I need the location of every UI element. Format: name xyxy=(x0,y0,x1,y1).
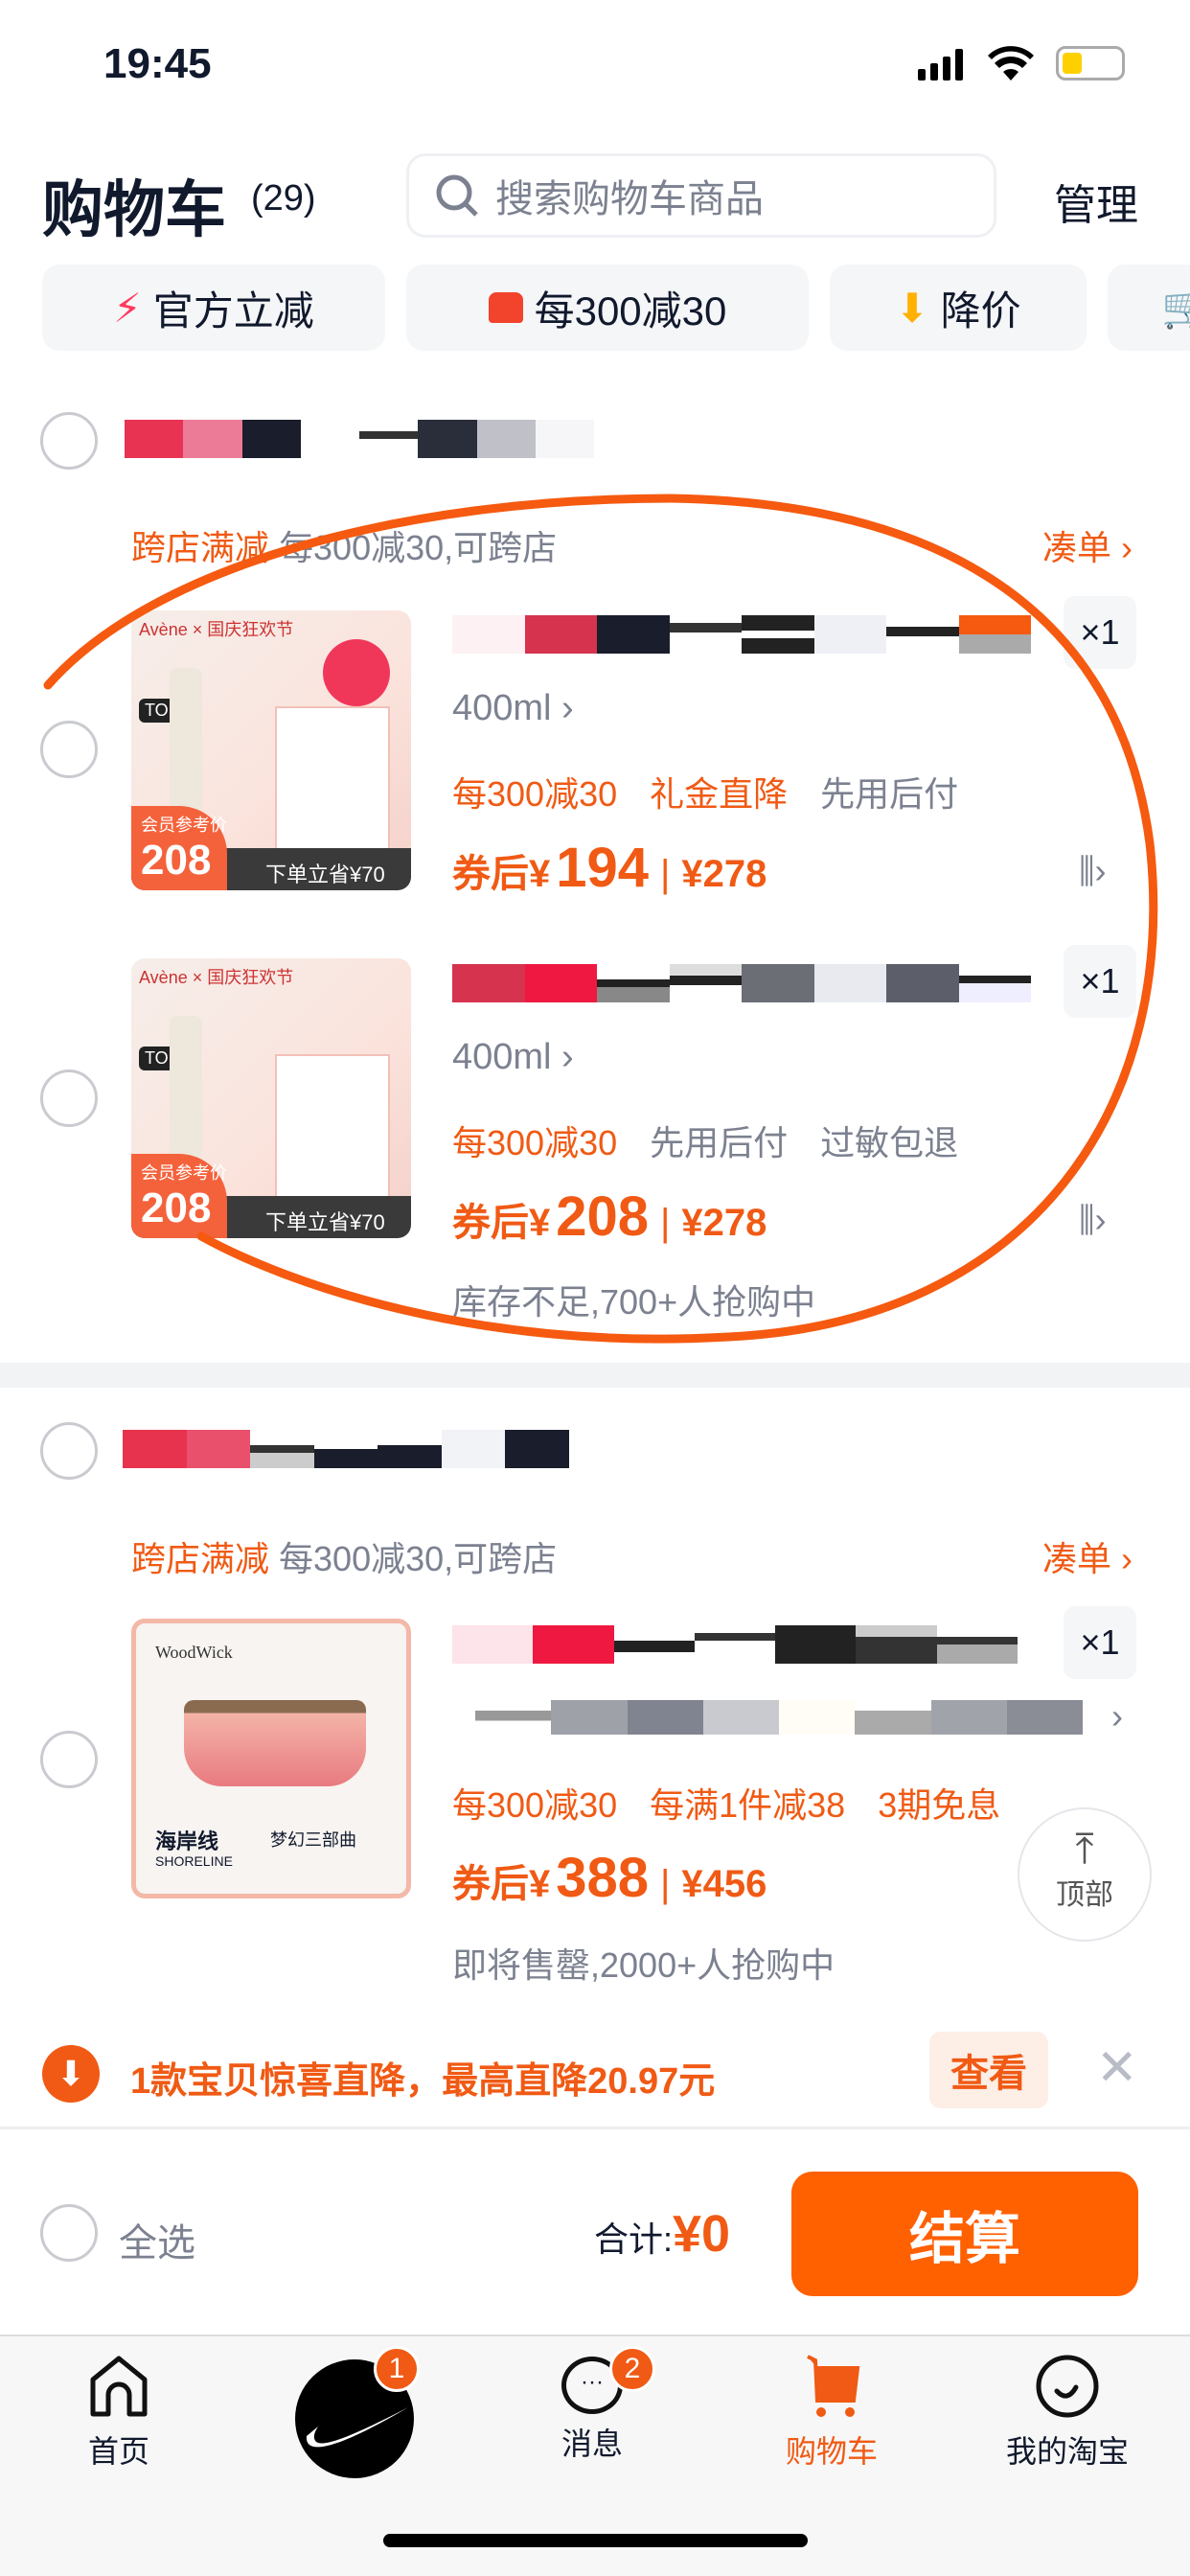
tab-badge: 2 xyxy=(609,2346,655,2392)
image-name-en: SHORELINE xyxy=(155,1853,233,1869)
banner-text: 1款宝贝惊喜直降，最高直降20.97元 xyxy=(130,2061,716,2102)
shop-name-redacted xyxy=(125,420,594,458)
filter-official-discount[interactable]: ⚡ 官方立减 xyxy=(42,264,385,351)
cart-count: (29) xyxy=(251,178,316,218)
total: 合计: ¥0 xyxy=(594,2204,730,2264)
tag: 3期免息 xyxy=(878,1785,1001,1825)
total-value: ¥0 xyxy=(673,2205,731,2263)
chevron-right-icon[interactable]: › xyxy=(1111,1696,1123,1736)
stock-status: 即将售罄,2000+人抢购中 xyxy=(452,1945,835,1985)
candle-image xyxy=(184,1700,366,1786)
home-indicator xyxy=(383,2534,808,2547)
add-on-button[interactable]: 凑单 › xyxy=(1042,1531,1133,1581)
product-title-redacted[interactable] xyxy=(452,1625,1018,1664)
filter-per-300-off-30[interactable]: 每300减30 xyxy=(406,264,809,351)
battery-icon xyxy=(1056,46,1125,80)
shop-checkbox[interactable] xyxy=(40,412,98,470)
image-series: 梦幻三部曲 xyxy=(270,1830,356,1850)
sku-redacted[interactable] xyxy=(475,1700,1083,1735)
image-brand: WoodWick xyxy=(155,1643,233,1662)
tab-label: 消息 xyxy=(561,2426,623,2461)
original-price: ¥456 xyxy=(681,1863,767,1905)
manage-button[interactable]: 管理 xyxy=(1054,171,1138,232)
store-icon xyxy=(488,292,523,323)
tab-label: 首页 xyxy=(87,2434,149,2469)
search-input[interactable]: 搜索购物车商品 xyxy=(406,153,996,238)
smiley-icon xyxy=(1036,2355,1099,2418)
tab-label: 购物车 xyxy=(785,2434,878,2469)
shop-checkbox[interactable] xyxy=(40,1422,98,1480)
filter-more[interactable]: 🛒 xyxy=(1108,264,1190,351)
tab-my-taobao[interactable]: 我的淘宝 xyxy=(972,2353,1163,2472)
promo-tags: 每300减30 每满1件减38 3期免息 xyxy=(452,1778,1000,1828)
promo-text: 每300减30,可跨店 xyxy=(279,1539,558,1578)
image-name: 海岸线 xyxy=(155,1829,219,1853)
tab-messages[interactable]: ··· 消息 xyxy=(496,2353,688,2464)
page-title: 购物车 xyxy=(42,175,226,244)
status-time: 19:45 xyxy=(103,40,212,87)
cart-icon xyxy=(807,2355,860,2417)
price: 券后¥ 388 | ¥456 xyxy=(452,1847,767,1909)
home-icon xyxy=(90,2356,148,2417)
checkout-button[interactable]: 结算 xyxy=(791,2172,1138,2296)
arrow-down-icon: ⬇ xyxy=(895,285,929,331)
search-icon xyxy=(436,174,478,217)
filter-price-drop[interactable]: ⬇ 降价 xyxy=(830,264,1087,351)
product-image[interactable]: WoodWick 海岸线 SHORELINE 梦幻三部曲 xyxy=(131,1619,411,1898)
annotation-circle xyxy=(43,494,1158,1344)
tag: 每300减30 xyxy=(452,1785,618,1825)
filter-label: 降价 xyxy=(940,288,1021,334)
shop-promo: 跨店满减 每300减30,可跨店 xyxy=(131,1531,557,1581)
price-value: 388 xyxy=(556,1847,650,1909)
arrow-up-icon: ⤒ xyxy=(1075,1826,1094,1873)
section-divider xyxy=(0,1363,1190,1388)
tab-label: 我的淘宝 xyxy=(1005,2434,1129,2469)
back-to-top-button[interactable]: ⤒ 顶部 xyxy=(1018,1807,1152,1942)
price-prefix: 券后¥ xyxy=(452,1863,551,1905)
promo-tag: 跨店满减 xyxy=(131,1539,270,1578)
filter-label: 每300减30 xyxy=(534,288,727,334)
add-on-label: 凑单 xyxy=(1042,1539,1112,1578)
search-placeholder: 搜索购物车商品 xyxy=(495,178,764,220)
tab-home[interactable]: 首页 xyxy=(23,2353,215,2472)
signal-icon xyxy=(918,48,963,80)
close-icon[interactable]: ✕ xyxy=(1096,2039,1138,2097)
select-all-label[interactable]: 全选 xyxy=(119,2212,195,2267)
quantity-button[interactable]: ×1 xyxy=(1064,1606,1136,1679)
view-button[interactable]: 查看 xyxy=(929,2032,1048,2108)
tab-badge: 1 xyxy=(374,2346,420,2392)
shop-name-redacted xyxy=(123,1430,570,1468)
lightning-icon: ⚡ xyxy=(113,285,142,331)
wifi-icon xyxy=(988,46,1034,80)
price-drop-icon: ⬇ xyxy=(42,2045,100,2103)
tab-cart[interactable]: 购物车 xyxy=(736,2353,927,2472)
back-to-top-label: 顶部 xyxy=(1056,1879,1113,1911)
total-label: 合计: xyxy=(594,2220,674,2259)
item-checkbox[interactable] xyxy=(40,1731,98,1788)
filter-label: 官方立减 xyxy=(152,288,314,334)
tag: 每满1件减38 xyxy=(650,1785,846,1825)
cart-icon: 🛒 xyxy=(1161,284,1190,330)
select-all-checkbox[interactable] xyxy=(40,2204,98,2262)
